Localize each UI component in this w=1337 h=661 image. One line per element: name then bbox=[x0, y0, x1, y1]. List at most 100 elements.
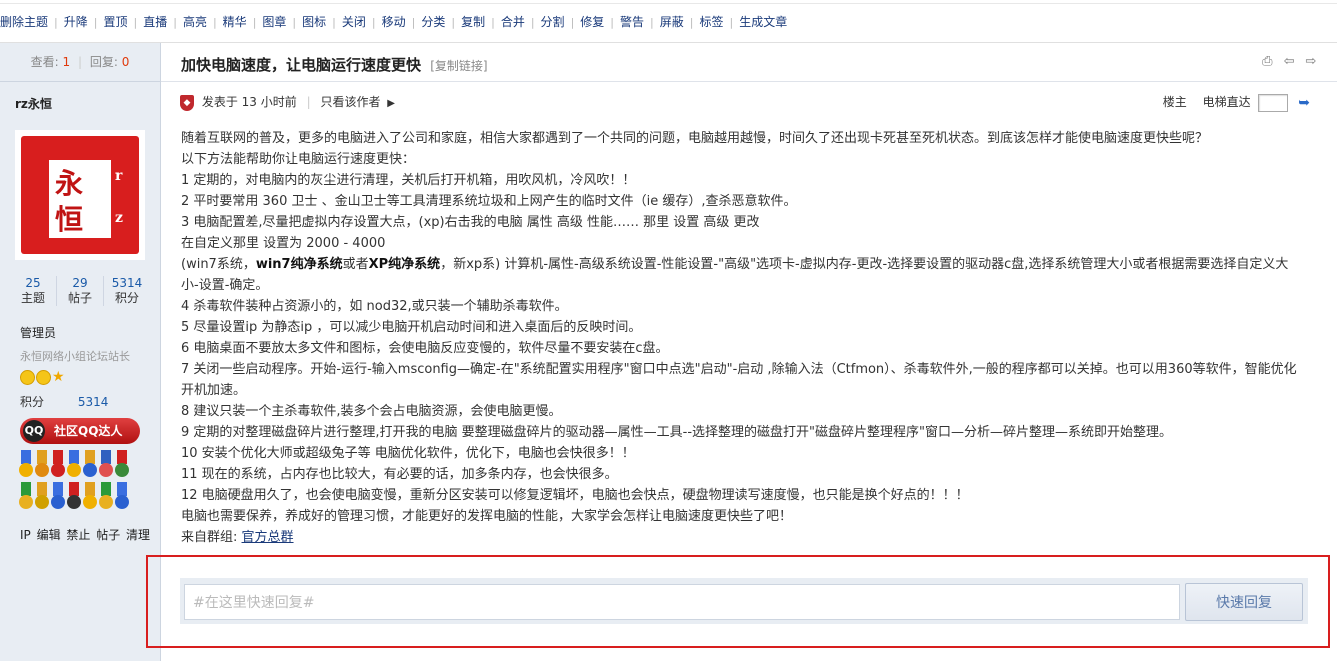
post-title: 加快电脑速度，让电脑运行速度更快 [复制链接] bbox=[181, 54, 488, 75]
medal-coin bbox=[99, 463, 113, 477]
medal-ribbon bbox=[69, 482, 79, 496]
post-header: 加快电脑速度，让电脑运行速度更快 [复制链接] ⎙ ⇦ ⇨ bbox=[161, 43, 1337, 82]
content-paragraph: 6 电脑桌面不要放太多文件和图标，会使电脑反应变慢的，软件尽量不要安装在c盘。 bbox=[181, 341, 669, 356]
medal-icon[interactable] bbox=[98, 482, 114, 514]
rank-stars: ★ bbox=[20, 370, 66, 385]
medal-coin bbox=[115, 463, 129, 477]
replies-label: 回复: bbox=[89, 55, 118, 69]
toolbar-separator: | bbox=[371, 16, 376, 29]
win7-bold: win7纯净系统 bbox=[255, 257, 343, 272]
content-paragraph: 7 关闭一些启动程序。开始-运行-输入msconfig—确定-在"系统配置实用程… bbox=[181, 362, 1297, 398]
toolbar-item[interactable]: 分割 bbox=[541, 14, 565, 30]
toolbar-item[interactable]: 删除主题 bbox=[0, 14, 48, 30]
floor-jump-label: 电梯直达 bbox=[1202, 95, 1251, 109]
only-author-link[interactable]: 只看该作者 bbox=[320, 95, 380, 109]
next-thread-icon[interactable]: ⇨ bbox=[1303, 54, 1319, 70]
admin-actions[interactable]: IP 编辑 禁止 帖子 清理 bbox=[20, 526, 150, 543]
floor-tools: 楼主 电梯直达 ➥ bbox=[1163, 93, 1310, 112]
wrench-icon[interactable]: ➥ bbox=[1298, 95, 1310, 111]
medal-icon[interactable] bbox=[66, 450, 82, 482]
toolbar-item[interactable]: 图章 bbox=[262, 14, 286, 30]
meta-divider: | bbox=[306, 95, 311, 109]
post-meta: ◆ 发表于 13 小时前 | 只看该作者 ▶ 楼主 电梯直达 ➥ bbox=[180, 93, 1310, 113]
top-divider bbox=[0, 3, 1337, 4]
medal-icon[interactable] bbox=[18, 450, 34, 482]
stat-posts-label: 帖子 bbox=[67, 291, 92, 305]
stat-posts[interactable]: 29 帖子 bbox=[57, 276, 104, 306]
avatar[interactable]: 永 恒 r z bbox=[15, 130, 145, 260]
toolbar-item[interactable]: 移动 bbox=[382, 14, 406, 30]
source-group-link[interactable]: 官方总群 bbox=[242, 530, 294, 545]
toolbar-item[interactable]: 生成文章 bbox=[739, 14, 787, 30]
medal-ribbon bbox=[101, 482, 111, 496]
medal-coin bbox=[83, 495, 97, 509]
stat-threads[interactable]: 25 主题 bbox=[10, 276, 57, 306]
medal-coin bbox=[67, 495, 81, 509]
print-icon[interactable]: ⎙ bbox=[1259, 54, 1275, 70]
content-paragraph: 以下方法能帮助你让电脑运行速度更快： bbox=[181, 152, 416, 167]
medal-icon[interactable] bbox=[66, 482, 82, 514]
content-block-2: 4 杀毒软件装种占资源小的，如 nod32,或只装一个辅助杀毒软件。 5 尽量设置… bbox=[181, 296, 1306, 527]
xp-bold: XP纯净系统 bbox=[368, 257, 441, 272]
medal-icon[interactable] bbox=[34, 482, 50, 514]
medal-icon[interactable] bbox=[114, 482, 130, 514]
author-name[interactable]: rz永恒 bbox=[15, 95, 52, 112]
source-label: 来自群组: bbox=[181, 530, 242, 545]
moderation-toolbar: 删除主题 | 升降 | 置顶 | 直播 | 高亮 | 精华 | 图章 | 图标 | 关闭 | 移动 | 分类 | 复制 | 合并… bbox=[0, 14, 787, 30]
toolbar-item[interactable]: 直播 bbox=[143, 14, 167, 30]
author-stats: 25 主题 29 帖子 5314 积分 bbox=[10, 276, 150, 306]
toolbar-item[interactable]: 置顶 bbox=[103, 14, 127, 30]
medal-icon[interactable] bbox=[82, 482, 98, 514]
toolbar-separator: | bbox=[292, 16, 297, 29]
copy-link[interactable]: [复制链接] bbox=[430, 59, 487, 73]
toolbar-separator: | bbox=[54, 16, 58, 29]
toolbar-separator: | bbox=[133, 16, 138, 29]
author-role[interactable]: 管理员 bbox=[20, 324, 56, 341]
medal-icon[interactable] bbox=[50, 450, 66, 482]
post-title-text: 加快电脑速度，让电脑运行速度更快 bbox=[181, 56, 422, 74]
medal-ribbon bbox=[85, 450, 95, 464]
author-points: 积分 5314 bbox=[20, 393, 108, 410]
toolbar-item[interactable]: 分类 bbox=[421, 14, 445, 30]
qq-badge[interactable]: QQ 社区QQ达人 bbox=[20, 418, 140, 444]
medal-coin bbox=[35, 495, 49, 509]
floor-jump-input[interactable] bbox=[1258, 93, 1289, 112]
medal-coin bbox=[99, 495, 113, 509]
toolbar-separator: | bbox=[173, 16, 177, 29]
medal-ribbon bbox=[37, 482, 47, 496]
toolbar-item[interactable]: 标签 bbox=[699, 14, 723, 30]
toolbar-separator: | bbox=[530, 16, 535, 29]
toolbar-item[interactable]: 屏蔽 bbox=[660, 14, 684, 30]
content-paragraph: 10 安装个优化大师或超级兔子等 电脑优化软件，优化下，电脑也会快很多！！ bbox=[181, 446, 635, 461]
stat-points[interactable]: 5314 积分 bbox=[104, 276, 150, 306]
medal-icon[interactable] bbox=[50, 482, 66, 514]
floor-label: 楼主 bbox=[1162, 95, 1187, 109]
win7-prefix: (win7系统， bbox=[181, 257, 256, 272]
toolbar-item[interactable]: 警告 bbox=[620, 14, 644, 30]
stat-posts-value: 29 bbox=[72, 276, 88, 290]
content-paragraph: 11 现在的系统，占内存也比较大，有必要的话，加多条内存，也会快很多。 bbox=[181, 467, 618, 482]
medal-icon[interactable] bbox=[114, 450, 130, 482]
avatar-seal: 永 恒 r z bbox=[21, 136, 139, 254]
medal-icon[interactable] bbox=[82, 450, 98, 482]
toolbar-item[interactable]: 关闭 bbox=[342, 14, 366, 30]
toolbar-item[interactable]: 图标 bbox=[302, 14, 326, 30]
win7-mid: 或者 bbox=[342, 257, 369, 272]
prev-thread-icon[interactable]: ⇦ bbox=[1281, 54, 1297, 70]
toolbar-separator: | bbox=[650, 16, 654, 29]
toolbar-item[interactable]: 高亮 bbox=[183, 14, 207, 30]
medal-icon[interactable] bbox=[98, 450, 114, 482]
toolbar-item[interactable]: 精华 bbox=[223, 14, 247, 30]
sun-icon bbox=[20, 370, 35, 385]
toolbar-item[interactable]: 修复 bbox=[580, 14, 604, 30]
toolbar-separator: | bbox=[491, 16, 495, 29]
medal-icon[interactable] bbox=[18, 482, 34, 514]
medal-icon[interactable] bbox=[34, 450, 50, 482]
medal-ribbon bbox=[101, 450, 111, 464]
toolbar-item[interactable]: 复制 bbox=[461, 14, 485, 30]
content-paragraph: 1 定期的，对电脑内的灰尘进行清理，关机后打开机箱，用吹风机，冷风吹！！ bbox=[181, 173, 636, 188]
toolbar-item[interactable]: 合并 bbox=[501, 14, 525, 30]
points-value: 5314 bbox=[77, 395, 109, 409]
star-icon: ★ bbox=[52, 369, 65, 385]
toolbar-item[interactable]: 升降 bbox=[64, 14, 88, 30]
